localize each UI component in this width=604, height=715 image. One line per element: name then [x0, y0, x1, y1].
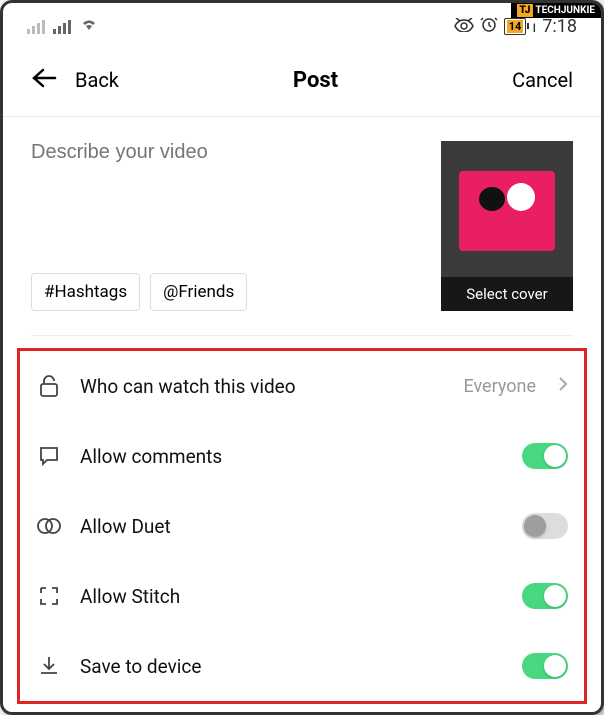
description-input[interactable] [31, 141, 425, 164]
duet-label: Allow Duet [80, 515, 504, 538]
back-arrow-icon[interactable] [31, 66, 57, 94]
comments-toggle[interactable] [522, 443, 568, 469]
signal-secondary-icon [27, 20, 45, 34]
duet-toggle[interactable] [522, 513, 568, 539]
cancel-button[interactable]: Cancel [512, 68, 573, 92]
download-icon [36, 653, 62, 679]
save-setting-row: Save to device [20, 631, 584, 701]
select-cover-label: Select cover [441, 277, 573, 311]
comments-label: Allow comments [80, 445, 504, 468]
privacy-value: Everyone [463, 376, 536, 397]
save-toggle[interactable] [522, 653, 568, 679]
comments-setting-row: Allow comments [20, 421, 584, 491]
techjunkie-logo: TJTECHJUNKIE [511, 3, 601, 18]
wifi-icon [79, 16, 99, 37]
video-cover-thumbnail[interactable]: Select cover [441, 141, 573, 311]
stitch-toggle[interactable] [522, 583, 568, 609]
battery-indicator: 14 [504, 18, 527, 35]
stitch-setting-row: Allow Stitch [20, 561, 584, 631]
privacy-setting-row[interactable]: Who can watch this video Everyone [20, 351, 584, 421]
privacy-label: Who can watch this video [80, 375, 445, 398]
chevron-right-icon [558, 376, 568, 397]
stitch-icon [36, 583, 62, 609]
comment-icon [36, 443, 62, 469]
hashtags-button[interactable]: #Hashtags [31, 273, 140, 311]
battery-bar-icon: ı [532, 17, 536, 36]
duet-setting-row: Allow Duet [20, 491, 584, 561]
save-label: Save to device [80, 655, 504, 678]
stitch-label: Allow Stitch [80, 585, 504, 608]
clock-time: 7:18 [542, 16, 577, 37]
nav-header: Back Post Cancel [3, 46, 601, 116]
page-title: Post [293, 68, 338, 93]
signal-primary-icon [53, 20, 71, 34]
eye-icon [454, 16, 474, 37]
unlock-icon [36, 373, 62, 399]
alarm-icon [480, 15, 498, 38]
back-button[interactable]: Back [75, 68, 119, 92]
settings-highlight-box: Who can watch this video Everyone Allow … [17, 348, 587, 704]
friends-button[interactable]: @Friends [150, 273, 247, 311]
duet-icon [36, 513, 62, 539]
